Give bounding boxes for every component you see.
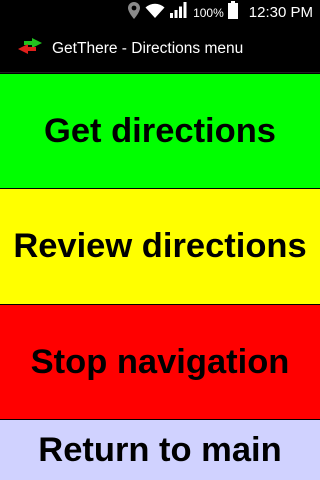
get-directions-button[interactable]: Get directions — [0, 74, 320, 188]
return-to-main-label: Return to main — [38, 430, 282, 469]
status-bar: 100% 12:30 PM — [0, 0, 320, 25]
arrows-icon — [14, 36, 46, 61]
battery-icon — [227, 1, 238, 24]
signal-icon — [170, 2, 188, 23]
get-directions-label: Get directions — [44, 111, 276, 150]
clock: 12:30 PM — [248, 4, 313, 21]
battery-percent: 100% — [193, 5, 224, 20]
wifi-icon — [145, 3, 165, 23]
location-icon — [128, 1, 141, 24]
stop-navigation-button[interactable]: Stop navigation — [0, 305, 320, 419]
action-bar: GetThere - Directions menu — [0, 25, 320, 73]
review-directions-button[interactable]: Review directions — [0, 189, 320, 304]
return-to-main-button[interactable]: Return to main — [0, 420, 320, 480]
app-title: GetThere - Directions menu — [52, 39, 244, 57]
stop-navigation-label: Stop navigation — [30, 342, 290, 381]
review-directions-label: Review directions — [13, 227, 307, 265]
